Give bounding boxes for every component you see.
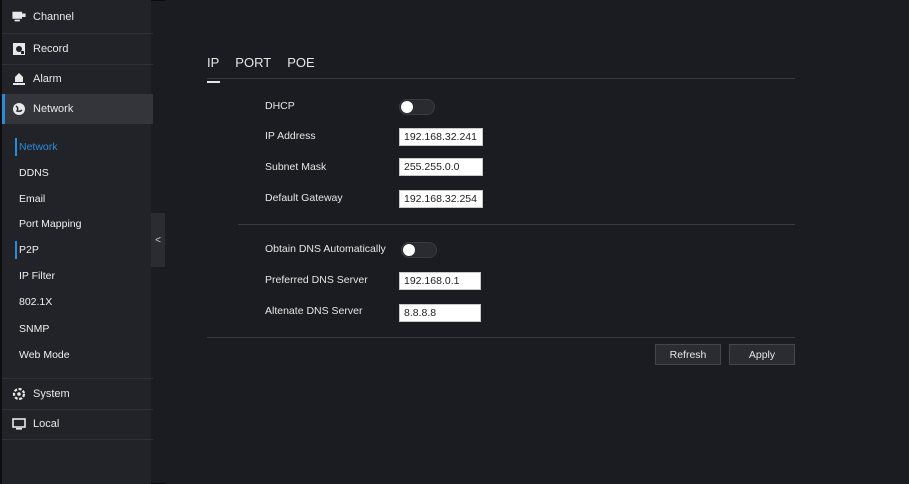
subnav-item-label: DDNS bbox=[19, 167, 49, 179]
default-gateway-field[interactable]: 192.168.32.254 bbox=[399, 190, 483, 208]
sidebar-item-channel[interactable]: Channel bbox=[2, 2, 153, 32]
divider bbox=[207, 337, 795, 338]
globe-icon bbox=[12, 102, 26, 116]
chevron-left-icon: < bbox=[155, 234, 161, 246]
sidebar-item-local[interactable]: Local bbox=[2, 409, 153, 439]
subnav-item-label: IP Filter bbox=[19, 270, 55, 282]
sidebar-item-label: Alarm bbox=[33, 73, 62, 85]
sidebar-item-label: Channel bbox=[33, 11, 74, 23]
gear-icon bbox=[12, 387, 26, 401]
subnav-item-network[interactable]: Network bbox=[2, 134, 153, 160]
toggle-knob bbox=[401, 101, 413, 113]
toggle-knob bbox=[403, 244, 415, 256]
subnav-item-ddns[interactable]: DDNS bbox=[2, 160, 153, 186]
subnav-item-8021x[interactable]: 802.1X bbox=[2, 289, 153, 315]
obtain-dns-toggle[interactable] bbox=[401, 242, 437, 258]
alarm-icon bbox=[12, 72, 26, 86]
local-display-icon bbox=[12, 417, 26, 431]
subnav-item-p2p[interactable]: P2P bbox=[2, 237, 153, 263]
monitor-camera-icon bbox=[12, 10, 26, 24]
alternate-dns-field[interactable]: 8.8.8.8 bbox=[399, 304, 481, 322]
tab-bar: IP PORT POE bbox=[207, 55, 331, 83]
subnav-item-label: SNMP bbox=[19, 323, 50, 335]
sidebar-item-alarm[interactable]: Alarm bbox=[2, 64, 153, 94]
ip-address-field[interactable]: 192.168.32.241 bbox=[399, 128, 483, 146]
dhcp-label: DHCP bbox=[265, 100, 295, 112]
subnav-item-email[interactable]: Email bbox=[2, 186, 153, 212]
subnav-item-port-mapping[interactable]: Port Mapping bbox=[2, 211, 153, 237]
subnav-item-label: Email bbox=[19, 193, 46, 205]
sidebar-item-label: System bbox=[33, 388, 70, 400]
default-gateway-label: Default Gateway bbox=[265, 192, 343, 204]
tab-port[interactable]: PORT bbox=[235, 55, 271, 70]
subnav-item-label: 802.1X bbox=[19, 296, 53, 308]
subnav-item-label: Web Mode bbox=[19, 349, 70, 361]
tab-ip[interactable]: IP bbox=[207, 55, 221, 83]
subnav-item-label: Network bbox=[19, 141, 58, 153]
obtain-dns-label: Obtain DNS Automatically bbox=[265, 243, 386, 255]
sidebar-collapse-toggle[interactable]: < bbox=[151, 213, 165, 267]
subnav-item-ip-filter[interactable]: IP Filter bbox=[2, 263, 153, 289]
sidebar-item-system[interactable]: System bbox=[2, 379, 153, 409]
subnet-mask-label: Subnet Mask bbox=[265, 161, 327, 173]
subnav-item-snmp[interactable]: SNMP bbox=[2, 316, 153, 342]
dhcp-toggle[interactable] bbox=[399, 99, 435, 115]
sidebar: Channel Record Alarm Network Network DDN… bbox=[0, 0, 153, 484]
subnav-item-label: P2P bbox=[19, 244, 39, 256]
sidebar-item-record[interactable]: Record bbox=[2, 34, 153, 64]
sidebar-item-network[interactable]: Network bbox=[2, 94, 153, 124]
main-panel: IP PORT POE DHCP IP Address 192.168.32.2… bbox=[165, 0, 909, 484]
subnet-mask-field[interactable]: 255.255.0.0 bbox=[399, 158, 483, 176]
sidebar-item-label: Network bbox=[33, 103, 74, 115]
refresh-button[interactable]: Refresh bbox=[655, 344, 721, 365]
tab-underline-divider bbox=[207, 78, 795, 79]
subnav-item-web-mode[interactable]: Web Mode bbox=[2, 342, 153, 368]
apply-button[interactable]: Apply bbox=[729, 344, 795, 365]
preferred-dns-label: Preferred DNS Server bbox=[265, 274, 368, 286]
tab-poe[interactable]: POE bbox=[287, 55, 314, 70]
record-icon bbox=[12, 42, 26, 56]
ip-address-label: IP Address bbox=[265, 130, 316, 142]
sidebar-item-label: Local bbox=[33, 418, 60, 430]
divider bbox=[2, 439, 153, 440]
divider bbox=[238, 224, 795, 225]
alternate-dns-label: Altenate DNS Server bbox=[265, 305, 363, 317]
subnav-item-label: Port Mapping bbox=[19, 218, 82, 230]
preferred-dns-field[interactable]: 192.168.0.1 bbox=[399, 272, 481, 290]
sidebar-item-label: Record bbox=[33, 43, 69, 55]
